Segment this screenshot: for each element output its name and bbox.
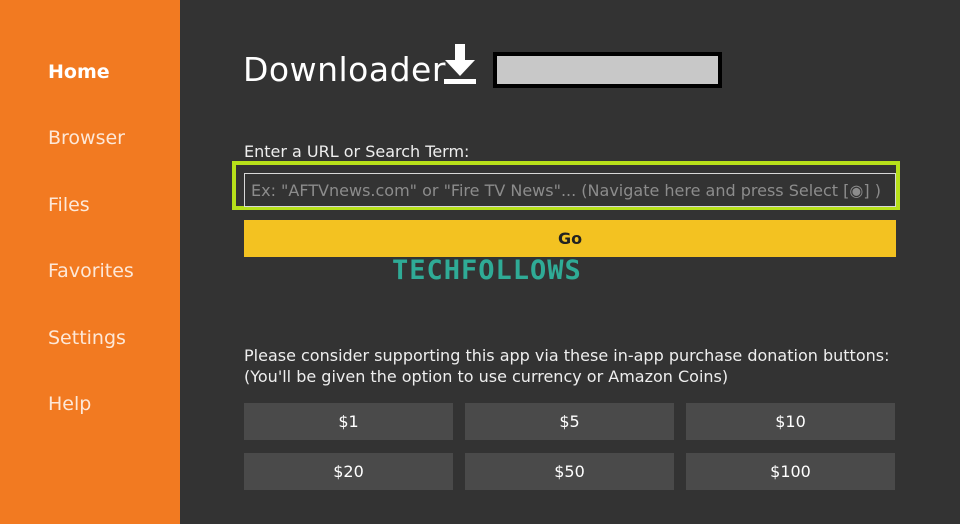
sidebar-item-settings[interactable]: Settings [48,327,126,349]
sidebar-item-browser[interactable]: Browser [48,127,125,149]
url-label: Enter a URL or Search Term: [244,142,470,161]
sidebar: Home Browser Files Favorites Settings He… [0,0,180,524]
donate-5-button[interactable]: $5 [465,403,674,440]
sidebar-item-home[interactable]: Home [48,61,110,83]
sidebar-item-favorites[interactable]: Favorites [48,260,134,282]
redacted-box [493,52,722,88]
donate-100-button[interactable]: $100 [686,453,895,490]
donate-50-button[interactable]: $50 [465,453,674,490]
main-panel: Downloader Enter a URL or Search Term: G… [180,0,960,524]
download-icon [444,44,476,84]
sidebar-item-help[interactable]: Help [48,393,91,415]
sidebar-item-files[interactable]: Files [48,194,90,216]
app-title: Downloader [243,50,446,89]
go-button[interactable]: Go [244,220,896,257]
donate-20-button[interactable]: $20 [244,453,453,490]
donation-text: Please consider supporting this app via … [244,345,924,387]
donate-1-button[interactable]: $1 [244,403,453,440]
watermark: TECHFOLLOWS [392,255,582,286]
donation-line-1: Please consider supporting this app via … [244,346,890,365]
donation-line-2: (You'll be given the option to use curre… [244,367,729,386]
url-input[interactable] [244,173,896,207]
donate-10-button[interactable]: $10 [686,403,895,440]
